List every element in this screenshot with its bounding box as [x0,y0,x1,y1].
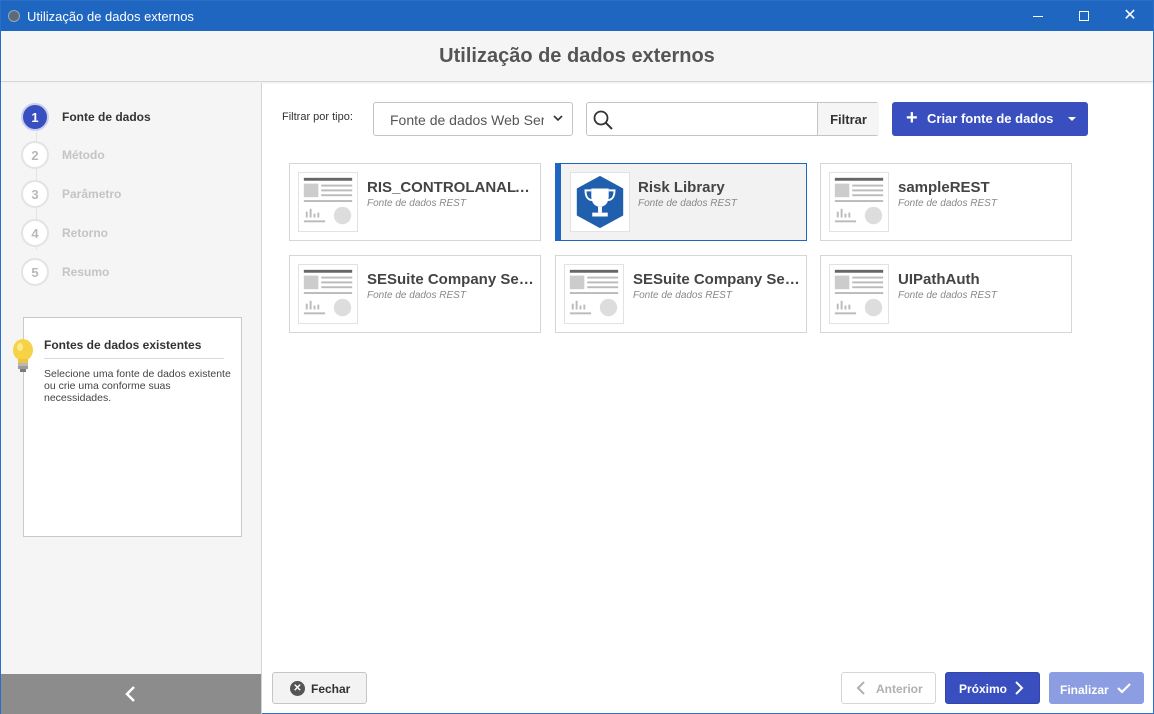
step-fonte-de-dados[interactable]: 1 Fonte de dados [21,102,151,132]
previous-button[interactable]: Anterior [841,672,936,704]
step-metodo[interactable]: 2 Método [21,140,105,170]
datasource-card[interactable]: UIPathAuth Fonte de dados REST [820,255,1072,333]
card-type: Fonte de dados REST [898,198,997,209]
close-window-button[interactable]: ✕ [1107,1,1153,31]
chevron-left-icon [856,681,865,695]
title-bar: Utilização de dados externos ✕ [1,1,1153,31]
document-thumbnail-icon [829,264,889,324]
maximize-button[interactable] [1061,1,1107,31]
trophy-icon [570,172,630,232]
card-name: Risk Library [638,179,725,196]
datasource-card[interactable]: SESuite Company Service Fonte de dados R… [289,255,541,333]
window-title: Utilização de dados externos [27,9,194,24]
step-retorno[interactable]: 4 Retorno [21,218,108,248]
previous-button-label: Anterior [876,682,923,696]
search-icon [593,110,613,130]
dialog-header: Utilização de dados externos [1,31,1153,82]
card-type: Fonte de dados REST [638,198,737,209]
close-icon: ✕ [1123,7,1137,24]
finish-button[interactable]: Finalizar [1049,672,1144,704]
filter-type-select[interactable]: Fonte de dados Web Service [373,102,573,136]
chevron-left-icon [125,686,135,702]
next-button-label: Próximo [959,682,1008,696]
step-label: Parâmetro [62,187,122,201]
document-thumbnail-icon [298,172,358,232]
minimize-button[interactable] [1015,1,1061,31]
card-name: UIPathAuth [898,271,980,288]
filter-type-label: Filtrar por tipo: [282,111,353,123]
datasource-card[interactable]: sampleREST Fonte de dados REST [820,163,1072,241]
chevron-right-icon [1015,681,1024,695]
card-type: Fonte de dados REST [898,290,997,301]
wizard-sidebar: 1 Fonte de dados 2 Método 3 Parâmetro 4 … [1,83,262,714]
lightbulb-icon [13,339,33,372]
card-type: Fonte de dados REST [633,290,732,301]
app-icon [8,10,20,22]
close-button-label: Fechar [311,682,351,696]
card-name: RIS_CONTROLANALYSIS [367,179,539,196]
tip-title: Fontes de dados existentes [44,338,224,359]
document-thumbnail-icon [829,172,889,232]
tip-panel: Fontes de dados existentes Selecione uma… [23,317,242,537]
plus-icon: + [906,107,918,129]
minimize-icon [1033,15,1043,17]
card-type: Fonte de dados REST [367,198,466,209]
search-input[interactable] [619,104,814,134]
step-resumo[interactable]: 5 Resumo [21,257,109,287]
create-datasource-label: Criar fonte de dados [927,111,1054,126]
close-button[interactable]: ✕ Fechar [272,672,367,704]
datasource-card[interactable]: SESuite Company Service Fonte de dados R… [555,255,807,333]
page-title: Utilização de dados externos [439,45,715,67]
create-datasource-button[interactable]: + Criar fonte de dados [892,102,1088,136]
filter-button[interactable]: Filtrar [817,103,879,135]
document-thumbnail-icon [564,264,624,324]
caret-down-icon[interactable] [1068,117,1076,121]
tip-text: Selecione uma fonte de dados existente o… [44,368,231,404]
chevron-down-icon [553,115,563,122]
step-label: Método [62,148,105,162]
next-button[interactable]: Próximo [945,672,1040,704]
document-thumbnail-icon [298,264,358,324]
step-label: Resumo [62,265,110,279]
card-name: sampleREST [898,179,990,196]
collapse-sidebar-button[interactable] [1,674,261,714]
datasource-card[interactable]: RIS_CONTROLANALYSIS Fonte de dados REST [289,163,541,241]
card-name: SESuite Company Service [367,271,539,288]
datasource-card-selected[interactable]: Risk Library Fonte de dados REST [555,163,807,241]
finish-button-label: Finalizar [1060,683,1109,697]
maximize-icon [1079,11,1089,21]
step-number: 1 [21,103,49,131]
step-number: 2 [21,141,49,169]
step-label: Fonte de dados [62,110,151,124]
dialog-window: Utilização de dados externos ✕ Utilizaçã… [0,0,1154,714]
search-box: Filtrar [586,102,879,136]
card-name: SESuite Company Service [633,271,805,288]
card-type: Fonte de dados REST [367,290,466,301]
filter-type-value: Fonte de dados Web Service [390,112,544,128]
step-number: 3 [21,180,49,208]
checkmark-icon [1117,683,1131,694]
step-label: Retorno [62,226,108,240]
step-parametro[interactable]: 3 Parâmetro [21,179,121,209]
step-number: 4 [21,219,49,247]
step-number: 5 [21,258,49,286]
close-circle-icon: ✕ [290,681,305,696]
